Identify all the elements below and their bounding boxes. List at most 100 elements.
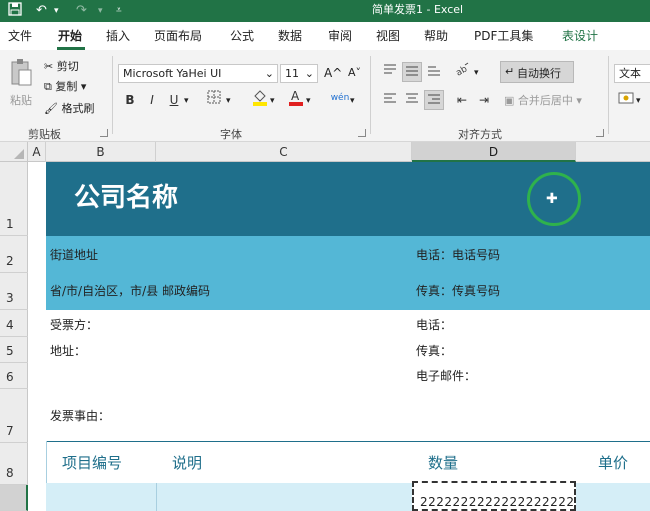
header-quantity[interactable]: 数量 bbox=[428, 454, 458, 472]
tab-insert[interactable]: 插入 bbox=[106, 28, 130, 44]
tab-table-design[interactable]: 表设计 bbox=[562, 28, 598, 44]
underline-button[interactable]: U bbox=[164, 90, 184, 110]
alignment-group-label: 对齐方式 bbox=[458, 128, 502, 141]
invoice-reason-cell[interactable]: 发票事由： bbox=[50, 408, 110, 424]
title-bar: ↶ ▾ ↷ ▾ ⩡ 简单发票1 - Excel bbox=[0, 0, 650, 22]
align-bottom-icon[interactable] bbox=[424, 62, 444, 82]
borders-icon[interactable] bbox=[204, 90, 224, 110]
row-header-3[interactable]: 3 bbox=[0, 273, 28, 310]
row-header-4[interactable]: 4 bbox=[0, 310, 28, 337]
undo-icon[interactable]: ↶ bbox=[36, 2, 47, 20]
region-postal-cell[interactable]: 省/市/自治区，市/县 邮政编码 bbox=[50, 283, 210, 299]
tab-review[interactable]: 审阅 bbox=[328, 28, 352, 44]
accounting-dropdown-icon[interactable]: ▾ bbox=[636, 94, 641, 108]
wrap-text-icon: ↵ bbox=[505, 65, 515, 78]
save-icon[interactable] bbox=[8, 2, 22, 20]
copy-button[interactable]: ⧉ 复制 ▾ bbox=[44, 80, 86, 94]
row-header-9[interactable] bbox=[0, 485, 28, 511]
recipient-phone-cell[interactable]: 电话： bbox=[416, 317, 452, 333]
font-size-select[interactable]: 11 ⌄ bbox=[280, 64, 318, 83]
tab-home[interactable]: 开始 bbox=[58, 28, 82, 44]
column-header-next[interactable] bbox=[576, 142, 650, 162]
borders-dropdown-icon[interactable]: ▾ bbox=[226, 94, 231, 108]
row-header-label: 4 bbox=[6, 318, 14, 332]
header-unit-price[interactable]: 单价 bbox=[598, 454, 628, 472]
fill-color-dropdown-icon[interactable]: ▾ bbox=[270, 94, 275, 108]
row-header-6[interactable]: 6 bbox=[0, 363, 28, 389]
ribbon: 粘贴 ✂ 剪切 ⧉ 复制 ▾ 🖌 格式刷 剪贴板 Microsoft YaHei… bbox=[0, 50, 650, 142]
clipboard-launcher-icon[interactable] bbox=[100, 129, 108, 137]
redo-dropdown-icon[interactable]: ▾ bbox=[98, 2, 103, 20]
column-header-c[interactable]: C bbox=[156, 142, 412, 162]
fax-number-cell[interactable]: 传真：传真号码 bbox=[416, 283, 500, 299]
header-description[interactable]: 说明 bbox=[172, 454, 202, 472]
number-format-select[interactable]: 文本 bbox=[614, 64, 650, 83]
grow-font-button[interactable]: A^ bbox=[324, 66, 342, 80]
merge-center-button[interactable]: ▣ 合并后居中 ▾ bbox=[504, 94, 582, 108]
align-left-icon[interactable] bbox=[380, 90, 400, 110]
select-all-corner[interactable] bbox=[0, 142, 28, 162]
wrap-text-label: 自动换行 bbox=[517, 67, 561, 80]
wrap-text-button[interactable]: ↵ 自动换行 bbox=[500, 61, 574, 83]
phonetic-dropdown-icon[interactable]: ▾ bbox=[350, 94, 355, 108]
chevron-down-icon: ⌄ bbox=[264, 67, 274, 80]
clipboard-group-label: 剪贴板 bbox=[28, 128, 61, 141]
shrink-font-button[interactable]: A˅ bbox=[348, 66, 361, 80]
align-right-icon[interactable] bbox=[424, 90, 444, 110]
bold-button[interactable]: B bbox=[120, 90, 140, 110]
increase-indent-icon[interactable]: ⇥ bbox=[474, 90, 494, 110]
row-header-5[interactable]: 5 bbox=[0, 337, 28, 363]
orientation-icon[interactable]: ab bbox=[452, 62, 472, 82]
row-header-1[interactable]: 1 bbox=[0, 162, 28, 236]
tab-data[interactable]: 数据 bbox=[278, 28, 302, 44]
row-header-7[interactable]: 7 bbox=[0, 389, 28, 443]
align-top-icon[interactable] bbox=[380, 62, 400, 82]
tab-view[interactable]: 视图 bbox=[376, 28, 400, 44]
row-header-label: 7 bbox=[6, 424, 14, 438]
row-header-2[interactable]: 2 bbox=[0, 236, 28, 273]
company-name-cell[interactable]: 公司名称 bbox=[74, 180, 178, 216]
row-header-label: 8 bbox=[6, 466, 14, 480]
accounting-format-icon[interactable] bbox=[616, 90, 636, 110]
tab-page-layout[interactable]: 页面布局 bbox=[154, 28, 202, 44]
column-header-d[interactable]: D bbox=[412, 142, 576, 162]
alignment-launcher-icon[interactable] bbox=[596, 129, 604, 137]
column-header-a[interactable]: A bbox=[28, 142, 46, 162]
italic-button[interactable]: I bbox=[142, 90, 162, 110]
header-item-number[interactable]: 项目编号 bbox=[62, 454, 122, 472]
orientation-dropdown-icon[interactable]: ▾ bbox=[474, 66, 479, 80]
decrease-indent-icon[interactable]: ⇤ bbox=[452, 90, 472, 110]
underline-dropdown-icon[interactable]: ▾ bbox=[184, 94, 189, 108]
phonetic-guide-icon[interactable]: wén bbox=[330, 88, 350, 108]
font-color-icon[interactable]: A bbox=[286, 88, 306, 108]
column-headers: A B C D bbox=[0, 142, 650, 162]
tab-formulas[interactable]: 公式 bbox=[230, 28, 254, 44]
format-painter-label: 格式刷 bbox=[61, 102, 95, 115]
fill-color-icon[interactable] bbox=[250, 88, 270, 108]
customize-qat-icon[interactable]: ⩡ bbox=[116, 2, 122, 20]
undo-dropdown-icon[interactable]: ▾ bbox=[54, 2, 59, 20]
tab-help[interactable]: 帮助 bbox=[424, 28, 448, 44]
tab-pdf-tools[interactable]: PDF工具集 bbox=[474, 28, 533, 44]
align-center-icon[interactable] bbox=[402, 90, 422, 110]
font-color-dropdown-icon[interactable]: ▾ bbox=[306, 94, 311, 108]
format-painter-button[interactable]: 🖌 格式刷 bbox=[44, 102, 94, 116]
redo-icon[interactable]: ↷ bbox=[76, 2, 87, 20]
bill-to-cell[interactable]: 受票方： bbox=[50, 317, 98, 333]
recipient-fax-cell[interactable]: 传真： bbox=[416, 343, 452, 359]
row-header-label: 3 bbox=[6, 291, 14, 305]
street-address-cell[interactable]: 街道地址 bbox=[50, 247, 98, 263]
font-launcher-icon[interactable] bbox=[358, 129, 366, 137]
column-header-b[interactable]: B bbox=[46, 142, 156, 162]
tab-file[interactable]: 文件 bbox=[8, 28, 32, 44]
font-name-select[interactable]: Microsoft YaHei UI ⌄ bbox=[118, 64, 278, 83]
cut-label: 剪切 bbox=[56, 60, 79, 73]
cut-button[interactable]: ✂ 剪切 bbox=[44, 60, 79, 74]
paste-label[interactable]: 粘贴 bbox=[10, 94, 32, 108]
email-cell[interactable]: 电子邮件： bbox=[416, 368, 476, 384]
phone-number-cell[interactable]: 电话：电话号码 bbox=[416, 247, 500, 263]
row-header-8[interactable]: 8 bbox=[0, 443, 28, 485]
align-middle-icon[interactable] bbox=[402, 62, 422, 82]
address-cell[interactable]: 地址： bbox=[50, 343, 86, 359]
paste-icon[interactable] bbox=[8, 58, 34, 92]
